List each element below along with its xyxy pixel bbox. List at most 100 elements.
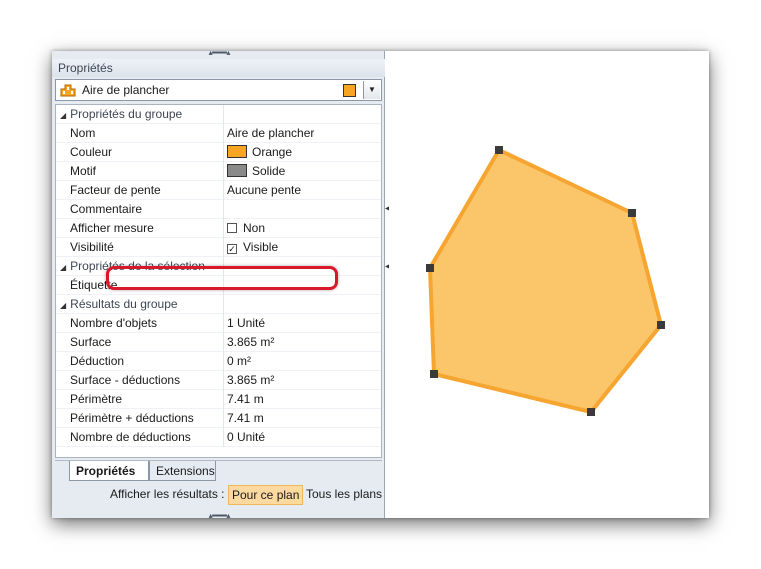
panel-tabs: Propriétés Extensions [55, 460, 382, 483]
property-row[interactable]: Afficher mesure Non [56, 219, 381, 238]
property-value: 3.865 m² [227, 335, 275, 349]
property-value-cell[interactable]: 0 Unité [223, 428, 381, 447]
floor-area-polygon[interactable] [428, 148, 663, 414]
results-label: Afficher les résultats : [110, 487, 225, 501]
property-value-cell[interactable]: 1 Unité [223, 314, 381, 333]
vertex-handle[interactable] [628, 209, 636, 217]
category-value-cell [223, 257, 381, 276]
checkbox-unchecked-icon[interactable] [227, 223, 237, 233]
category-row[interactable]: ◢ Propriétés de la sélection [56, 257, 381, 276]
property-row[interactable]: Surface 3.865 m² [56, 333, 381, 352]
property-value: 0 Unité [227, 430, 266, 444]
property-row[interactable]: Nombre d'objets 1 Unité [56, 314, 381, 333]
property-key: Surface - déductions [70, 373, 181, 387]
property-row[interactable]: Commentaire [56, 200, 381, 219]
property-key: Afficher mesure [70, 221, 154, 235]
property-value: Aire de plancher [227, 126, 315, 140]
results-all-plans-button[interactable]: Tous les plans [306, 483, 382, 505]
property-value-cell[interactable] [223, 200, 381, 219]
property-value-cell[interactable]: 7.41 m [223, 390, 381, 409]
property-key: Nombre d'objets [70, 316, 157, 330]
collapse-triangle-icon[interactable]: ◢ [60, 106, 66, 125]
properties-panel: ▴▪▪▪▪▪▪▪▪▴ Propriétés Aire de plancher ▼… [52, 49, 385, 520]
property-value: Aucune pente [227, 183, 302, 197]
panel-resize-grip-bottom[interactable]: ▴▪▪▪▪▪▪▪▪▴ [194, 512, 244, 520]
property-value-cell[interactable]: 0 m² [223, 352, 381, 371]
property-value: 7.41 m [227, 392, 264, 406]
property-value: 3.865 m² [227, 373, 275, 387]
property-value-cell[interactable]: ✓ Visible [223, 238, 381, 257]
application-frame: ▴▪▪▪▪▪▪▪▪▴ Propriétés Aire de plancher ▼… [52, 49, 709, 520]
tab-extensions[interactable]: Extensions [149, 461, 216, 481]
property-row[interactable]: Motif Solide [56, 162, 381, 181]
panel-resize-grip-top[interactable]: ▴▪▪▪▪▪▪▪▪▴ [194, 49, 244, 57]
property-value-cell[interactable] [223, 276, 381, 295]
property-row[interactable]: Nombre de déductions 0 Unité [56, 428, 381, 447]
property-value: Non [243, 221, 266, 235]
property-value-cell[interactable]: 3.865 m² [223, 371, 381, 390]
property-value-cell[interactable]: Non [223, 219, 381, 238]
property-key: Surface [70, 335, 112, 349]
category-value-cell [223, 295, 381, 314]
property-row[interactable]: Déduction 0 m² [56, 352, 381, 371]
object-group-selector[interactable]: Aire de plancher ▼ [55, 79, 382, 101]
property-row[interactable]: Surface - déductions 3.865 m² [56, 371, 381, 390]
property-value: 7.41 m [227, 411, 264, 425]
vertex-handle[interactable] [430, 370, 438, 378]
property-row[interactable]: Facteur de pente Aucune pente [56, 181, 381, 200]
category-label: ◢ Résultats du groupe [60, 295, 210, 315]
property-key: Motif [70, 164, 97, 178]
property-value: Orange [252, 145, 293, 159]
property-value-cell[interactable]: Orange [223, 143, 381, 162]
property-value: Visible [243, 240, 279, 254]
results-this-plan-button[interactable]: Pour ce plan [228, 485, 304, 505]
property-value-cell[interactable]: 3.865 m² [223, 333, 381, 352]
property-row[interactable]: Couleur Orange [56, 143, 381, 162]
property-key: Déduction [70, 354, 125, 368]
results-scope-bar: Afficher les résultats : Pour ce plan To… [52, 483, 385, 505]
property-value-cell[interactable]: Aucune pente [223, 181, 381, 200]
category-row[interactable]: ◢ Résultats du groupe [56, 295, 381, 314]
category-value-cell [223, 105, 381, 124]
property-grid: ◢ Propriétés du groupe Nom Aire de plancher… [55, 104, 382, 458]
vertex-handle[interactable] [495, 146, 503, 154]
chevron-down-icon[interactable]: ▼ [363, 81, 380, 99]
property-key: Commentaire [70, 202, 143, 216]
property-key: Étiquette [70, 278, 118, 292]
category-row[interactable]: ◢ Propriétés du groupe [56, 105, 381, 124]
property-key: Couleur [70, 145, 113, 159]
panel-title: Propriétés [52, 59, 385, 77]
floor-area-polygon-view[interactable] [389, 51, 709, 518]
checkbox-checked-icon[interactable]: ✓ [227, 244, 237, 254]
property-value-cell[interactable]: Solide [223, 162, 381, 181]
property-key: Périmètre [70, 392, 123, 406]
property-row[interactable]: Nom Aire de plancher [56, 124, 381, 143]
selector-color-swatch [343, 84, 356, 97]
property-value-cell[interactable]: 7.41 m [223, 409, 381, 428]
property-row[interactable]: Étiquette [56, 276, 381, 295]
color-swatch [227, 164, 247, 177]
property-row[interactable]: Périmètre + déductions 7.41 m [56, 409, 381, 428]
category-label: ◢ Propriétés du groupe [60, 105, 210, 125]
color-swatch [227, 145, 247, 158]
vertex-handle[interactable] [657, 321, 665, 329]
collapse-triangle-icon[interactable]: ◢ [60, 258, 66, 277]
property-value: 1 Unité [227, 316, 266, 330]
property-row[interactable]: Visibilité ✓ Visible [56, 238, 381, 257]
property-key: Visibilité [70, 240, 114, 254]
collapse-triangle-icon[interactable]: ◢ [60, 296, 66, 315]
property-row[interactable]: Périmètre 7.41 m [56, 390, 381, 409]
property-key: Périmètre + déductions [70, 411, 194, 425]
vertex-handle[interactable] [426, 264, 434, 272]
tab-proprietes[interactable]: Propriétés [69, 461, 149, 481]
floor-area-icon [60, 83, 76, 97]
property-value: Solide [252, 164, 286, 178]
category-label: ◢ Propriétés de la sélection [60, 257, 210, 277]
property-key: Nombre de déductions [70, 430, 191, 444]
property-value-cell[interactable]: Aire de plancher [223, 124, 381, 143]
selector-label: Aire de plancher [82, 83, 170, 97]
property-key: Nom [70, 126, 96, 140]
property-key: Facteur de pente [70, 183, 161, 197]
vertex-handle[interactable] [587, 408, 595, 416]
drawing-canvas[interactable] [389, 51, 709, 518]
